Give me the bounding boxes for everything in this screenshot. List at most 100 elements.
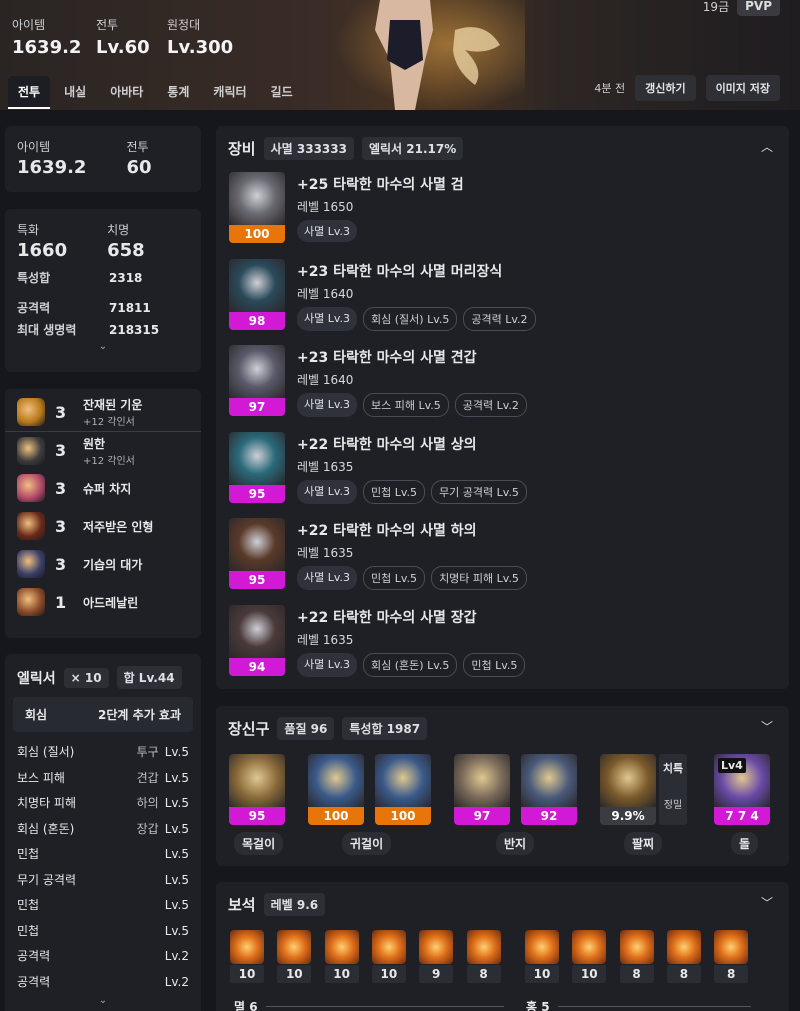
equipment-tags: 사멸 Lv.3 회심 (혼돈) Lv.5 민첩 Lv.5 bbox=[297, 653, 526, 677]
tab-avatar[interactable]: 아바타 bbox=[100, 76, 153, 109]
earring-1-slot[interactable]: 100 bbox=[308, 754, 364, 825]
combat-level-label: 전투 bbox=[96, 18, 119, 32]
quality-badge: 94 bbox=[229, 658, 285, 676]
equipment-level: 레벨 1640 bbox=[297, 286, 354, 301]
engraving-row[interactable]: 3 원한 +12 각인서 bbox=[5, 431, 201, 469]
engraving-info: 원한 +12 각인서 bbox=[83, 435, 135, 467]
equipment-tag: 회심 (혼돈) Lv.5 bbox=[363, 653, 458, 677]
elixir-name: 민첩 bbox=[17, 898, 40, 912]
gem-slot[interactable]: 10 bbox=[230, 930, 264, 983]
gem-icon bbox=[324, 930, 359, 964]
equipment-item[interactable]: 98 +23 타락한 마수의 사멸 머리장식 레벨 1640 사멸 Lv.3 회심 (질… bbox=[229, 258, 769, 331]
ring-1-slot[interactable]: 97 bbox=[454, 754, 510, 825]
tab-guild[interactable]: 길드 bbox=[261, 76, 303, 109]
elixir-count-chip: × 10 bbox=[63, 667, 109, 688]
equipment-icon bbox=[229, 431, 285, 485]
elixir-right: Lv.2 bbox=[159, 970, 189, 996]
elixir-right: 하의 Lv.5 bbox=[137, 791, 189, 817]
elixir-row: 회심 (혼돈) 장갑 Lv.5 bbox=[5, 817, 201, 843]
summary-combat-label: 전투 bbox=[126, 140, 149, 154]
summary-combat-value: 60 bbox=[126, 157, 152, 178]
engraving-row[interactable]: 3 기습의 대가 bbox=[5, 545, 201, 583]
gem-slot[interactable]: 8 bbox=[666, 930, 701, 983]
equipment-tag: 보스 피해 Lv.5 bbox=[363, 393, 449, 418]
quality-badge: 95 bbox=[229, 571, 285, 590]
expand-chevron-icon[interactable]: ⌄ bbox=[5, 341, 201, 352]
bracelet-icon bbox=[600, 754, 656, 807]
elixir-bonus-desc: 2단계 추가 효과 bbox=[98, 708, 181, 722]
equipment-item[interactable]: 95 +22 타락한 마수의 사멸 상의 레벨 1635 사멸 Lv.3 민첩 Lv.5… bbox=[229, 431, 769, 504]
gem-slot[interactable]: 10 bbox=[371, 930, 406, 983]
character-header: 아이템 1639.2 전투 Lv.60 원정대 Lv.300 19금 PVP 전… bbox=[0, 0, 800, 110]
equipment-tags: 사멸 Lv.3 민첩 Lv.5 치명타 피해 Lv.5 bbox=[297, 566, 527, 591]
equipment-item[interactable]: 94 +22 타락한 마수의 사멸 장갑 레벨 1635 사멸 Lv.3 회심 (혼돈)… bbox=[229, 605, 769, 677]
gem-slot[interactable]: 8 bbox=[619, 930, 654, 983]
gem-slot[interactable]: 8 bbox=[714, 930, 749, 983]
spec-stat: 특화 1660 bbox=[17, 221, 67, 261]
gem-slot[interactable]: 9 bbox=[419, 930, 454, 983]
equipment-name: +23 타락한 마수의 사멸 머리장식 bbox=[297, 263, 503, 280]
equipment-image: 95 bbox=[229, 518, 285, 590]
elixir-level: Lv.5 bbox=[164, 847, 189, 861]
pvp-badge[interactable]: PVP bbox=[737, 0, 780, 16]
tab-combat[interactable]: 전투 bbox=[8, 76, 51, 109]
expand-chevron-icon[interactable]: ⌄ bbox=[5, 995, 201, 1006]
engraving-row[interactable]: 3 잔재된 기운 +12 각인서 bbox=[5, 393, 201, 431]
gem-group-right: 홍 5 bbox=[526, 998, 751, 1011]
spec-value: 1660 bbox=[17, 240, 68, 261]
expand-chevron-down-icon[interactable]: ﹀ bbox=[761, 718, 773, 735]
earring-2-slot[interactable]: 100 bbox=[375, 754, 431, 825]
engraving-row[interactable]: 1 아드레날린 bbox=[5, 583, 201, 621]
equipment-item[interactable]: 95 +22 타락한 마수의 사멸 하의 레벨 1635 사멸 Lv.3 민첩 Lv.5… bbox=[229, 518, 769, 591]
elixir-row: 무기 공격력 Lv.5 bbox=[5, 868, 201, 894]
elixir-sum-chip: 합 Lv.44 bbox=[116, 666, 182, 689]
accessories-quality-chip: 품질 96 bbox=[277, 717, 335, 740]
gem-slot[interactable]: 10 bbox=[324, 930, 359, 983]
equipment-tag: 사멸 Lv.3 bbox=[297, 393, 358, 418]
save-image-button[interactable]: 이미지 저장 bbox=[705, 75, 780, 101]
gems-level-chip: 레벨 9.6 bbox=[263, 893, 326, 916]
equipment-set-chip: 사멸 333333 bbox=[263, 137, 354, 160]
tab-statistics[interactable]: 통계 bbox=[157, 76, 199, 109]
engraving-row[interactable]: 3 슈퍼 차지 bbox=[5, 469, 201, 507]
quality-badge: 95 bbox=[229, 484, 285, 503]
quality-badge: 100 bbox=[308, 807, 364, 825]
bracelet-slot[interactable]: 9.9% bbox=[600, 754, 656, 825]
gem-icon bbox=[277, 930, 312, 964]
ring-2-slot[interactable]: 92 bbox=[521, 754, 577, 825]
equipment-item[interactable]: 100 +25 타락한 마수의 사멸 검 레벨 1650 사멸 Lv.3 bbox=[229, 172, 769, 244]
gem-level: 10 bbox=[525, 965, 559, 983]
gem-slot[interactable]: 10 bbox=[525, 930, 559, 983]
equipment-name: +23 타락한 마수의 사멸 견갑 bbox=[297, 350, 477, 367]
engraving-icon bbox=[17, 588, 45, 616]
expand-chevron-down-icon[interactable]: ﹀ bbox=[761, 894, 773, 911]
divider bbox=[557, 1006, 751, 1007]
header-item-level: 아이템 1639.2 bbox=[12, 16, 81, 58]
engraving-info: 잔재된 기운 +12 각인서 bbox=[83, 396, 142, 428]
stat-row: 최대 생명력 218315 bbox=[5, 319, 201, 341]
equipment-name: +22 타락한 마수의 사멸 하의 bbox=[297, 523, 477, 540]
engraving-info: 아드레날린 bbox=[83, 594, 138, 611]
collapse-chevron-up-icon[interactable]: ︿ bbox=[761, 138, 773, 155]
expedition-level-value: Lv.300 bbox=[167, 37, 234, 58]
engravings-card: 3 잔재된 기운 +12 각인서 3 원한 +12 각인서 3 슈퍼 차지 3 저주받은 인형 3 기… bbox=[5, 389, 201, 638]
gem-slot[interactable]: 10 bbox=[572, 930, 607, 983]
necklace-slot[interactable]: 95 bbox=[229, 754, 285, 825]
engraving-row[interactable]: 3 저주받은 인형 bbox=[5, 507, 201, 545]
engraving-icon bbox=[17, 474, 45, 502]
engraving-info: 슈퍼 차지 bbox=[83, 480, 131, 497]
equipment-name: +22 타락한 마수의 사멸 상의 bbox=[297, 436, 477, 453]
equipment-item[interactable]: 97 +23 타락한 마수의 사멸 견갑 레벨 1640 사멸 Lv.3 보스 피해 L… bbox=[229, 345, 769, 418]
gem-slot[interactable]: 8 bbox=[466, 930, 501, 983]
quality-badge: 100 bbox=[375, 807, 431, 825]
elixir-name: 공격력 bbox=[17, 974, 51, 989]
label-bracelet: 팔찌 bbox=[624, 832, 663, 855]
quality-badge: 97 bbox=[229, 398, 285, 417]
summary-item-level: 아이템 1639.2 bbox=[17, 138, 86, 178]
tab-inner[interactable]: 내실 bbox=[54, 76, 96, 109]
equipment-tags: 사멸 Lv.3 민첩 Lv.5 무기 공격력 Lv.5 bbox=[297, 479, 527, 504]
tab-characters[interactable]: 캐릭터 bbox=[203, 76, 256, 109]
gem-slot[interactable]: 10 bbox=[277, 930, 312, 983]
refresh-button[interactable]: 갱신하기 bbox=[635, 75, 696, 101]
elixir-right: Lv.5 bbox=[159, 868, 189, 894]
